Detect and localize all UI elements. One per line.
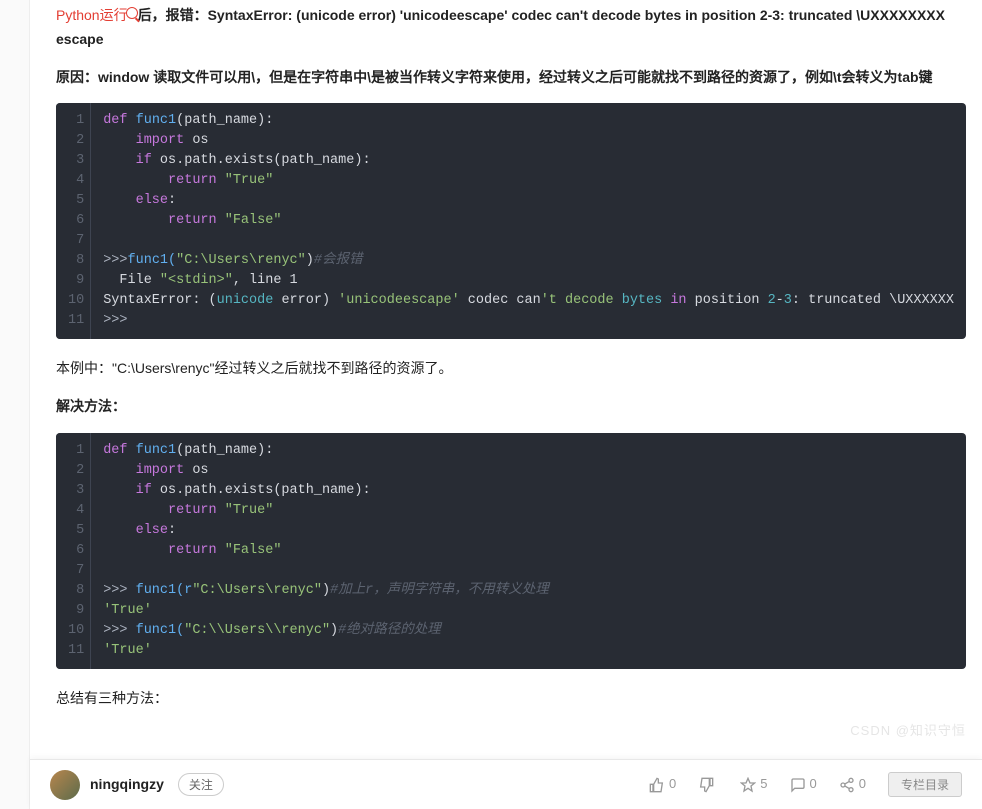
code-block-2: 1234567891011 def func1(path_name): impo… — [56, 433, 966, 669]
code-content[interactable]: def func1(path_name): import os if os.pa… — [91, 103, 966, 339]
python-run-link[interactable]: Python运行 — [56, 7, 138, 23]
line-gutter: 1234567891011 — [56, 103, 91, 339]
author-name[interactable]: ningqingzy — [90, 773, 164, 797]
code-block-1: 1234567891011 def func1(path_name): impo… — [56, 103, 966, 339]
summary-paragraph: 总结有三种方法： — [56, 687, 966, 711]
search-icon — [126, 7, 138, 19]
mid-paragraph-1: 本例中："C:\Users\renyc"经过转义之后就找不到路径的资源了。 — [56, 357, 966, 381]
comment-button[interactable]: 0 — [790, 773, 817, 795]
author-bar: ningqingzy 关注 0 5 0 0 专栏目录 — [30, 759, 982, 809]
dislike-button[interactable] — [698, 777, 718, 793]
share-icon — [839, 777, 855, 793]
thumbs-up-icon — [649, 777, 665, 793]
thumbs-down-icon — [698, 777, 714, 793]
star-icon — [740, 777, 756, 793]
comment-icon — [790, 777, 806, 793]
reason-paragraph: 原因：window 读取文件可以用\，但是在字符串中\是被当作转义字符来使用，经… — [56, 66, 966, 90]
article-body: Python运行后，报错：SyntaxError: (unicode error… — [30, 0, 982, 809]
share-button[interactable]: 0 — [839, 773, 866, 795]
like-button[interactable]: 0 — [649, 773, 676, 795]
code-content[interactable]: def func1(path_name): import os if os.pa… — [91, 433, 966, 669]
line-gutter: 1234567891011 — [56, 433, 91, 669]
watermark: CSDN @知识守恒 — [850, 720, 966, 742]
after-text: 后，报错： — [138, 7, 208, 23]
star-button[interactable]: 5 — [740, 773, 767, 795]
sidebar — [0, 0, 30, 809]
error-intro: Python运行后，报错：SyntaxError: (unicode error… — [56, 4, 966, 52]
avatar[interactable] — [50, 770, 80, 800]
solution-label: 解决方法： — [56, 395, 966, 419]
follow-button[interactable]: 关注 — [178, 773, 224, 796]
collect-button[interactable]: 专栏目录 — [888, 772, 962, 797]
